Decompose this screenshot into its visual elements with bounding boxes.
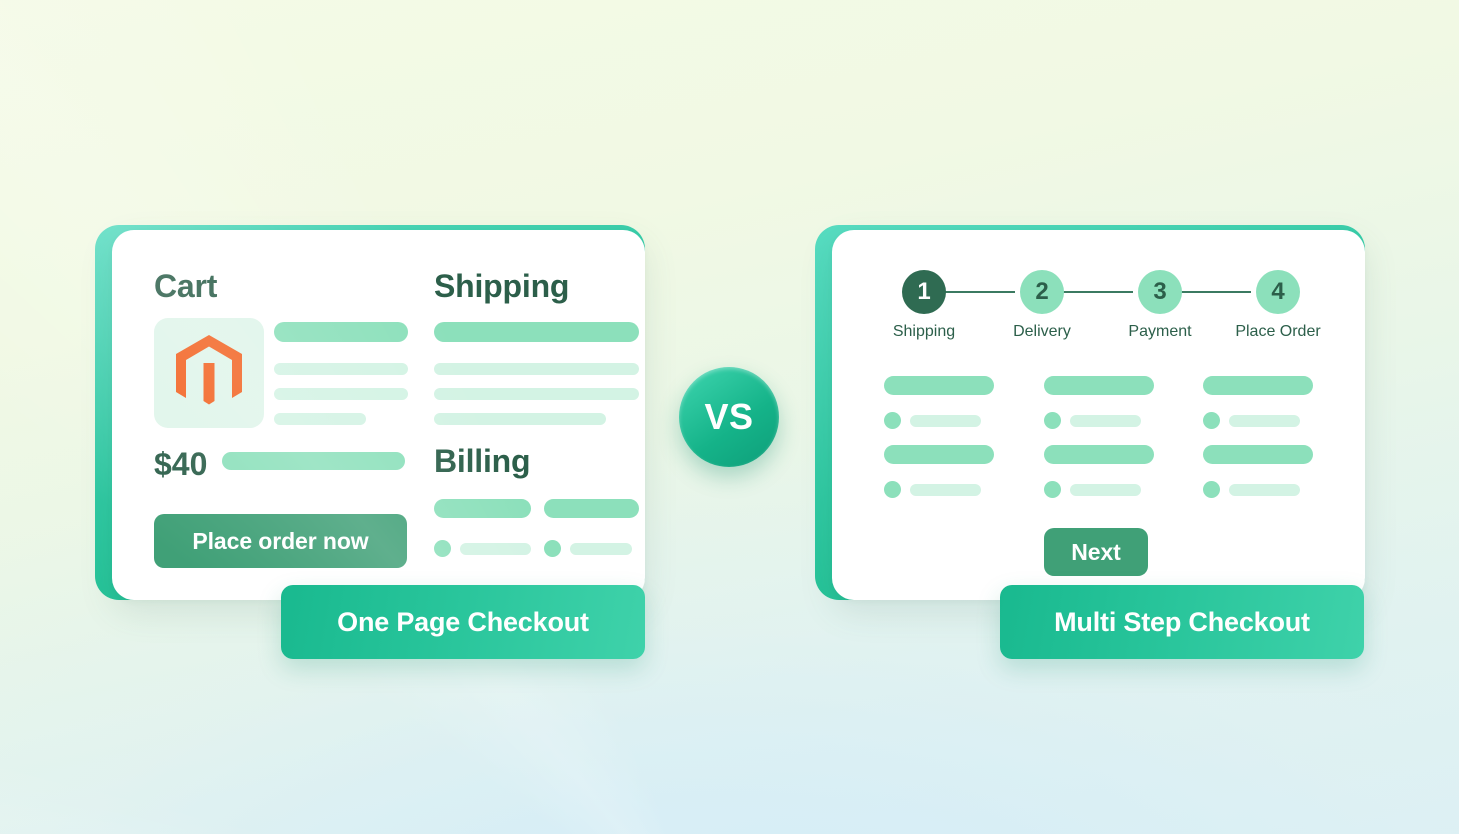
multi-step-checkout-card: 1 Shipping 2 Delivery 3 Payment 4 Place … [815, 225, 1365, 600]
radio-dot[interactable] [544, 540, 561, 557]
skeleton-bar [222, 452, 405, 470]
skeleton-bar [1070, 415, 1141, 427]
step-payment[interactable]: 3 Payment [1114, 270, 1206, 341]
skeleton-bar [434, 388, 639, 400]
magento-logo-icon [176, 335, 242, 405]
skeleton-bar [434, 363, 639, 375]
radio-dot[interactable] [1044, 412, 1061, 429]
step-label: Delivery [1013, 323, 1071, 340]
skeleton-bar [544, 499, 639, 518]
card-surface-left: Cart $40 Place order now Shipping Billin… [112, 230, 645, 600]
step-number: 2 [1020, 270, 1064, 314]
cart-total-price: $40 [154, 446, 208, 482]
skeleton-bar [1203, 376, 1313, 395]
product-thumbnail [154, 318, 264, 428]
skeleton-bar [570, 543, 632, 555]
step-connector-3-4 [1181, 291, 1251, 293]
skeleton-bar [274, 322, 408, 342]
skeleton-bar [1229, 484, 1300, 496]
checkout-stepper: 1 Shipping 2 Delivery 3 Payment 4 Place … [878, 270, 1321, 342]
skeleton-bar [434, 499, 531, 518]
step-number: 4 [1256, 270, 1300, 314]
place-order-button[interactable]: Place order now [154, 514, 407, 568]
step-label: Payment [1128, 323, 1192, 340]
step-connector-1-2 [945, 291, 1015, 293]
skeleton-bar [460, 543, 531, 555]
step-number: 1 [902, 270, 946, 314]
shipping-heading: Shipping [434, 268, 570, 304]
step-place-order[interactable]: 4 Place Order [1232, 270, 1324, 341]
step-connector-2-3 [1063, 291, 1133, 293]
card-surface-right: 1 Shipping 2 Delivery 3 Payment 4 Place … [832, 230, 1365, 600]
skeleton-bar [274, 363, 408, 375]
multi-step-checkout-ribbon: Multi Step Checkout [1000, 585, 1364, 659]
step-shipping[interactable]: 1 Shipping [878, 270, 970, 341]
skeleton-bar [1044, 376, 1154, 395]
skeleton-bar [1044, 445, 1154, 464]
skeleton-bar [434, 413, 606, 425]
skeleton-bar [1070, 484, 1141, 496]
skeleton-bar [274, 413, 366, 425]
radio-dot[interactable] [1044, 481, 1061, 498]
one-page-checkout-card: Cart $40 Place order now Shipping Billin… [95, 225, 645, 600]
radio-dot[interactable] [1203, 412, 1220, 429]
comparison-infographic: Cart $40 Place order now Shipping Billin… [0, 0, 1459, 834]
billing-heading: Billing [434, 443, 531, 479]
skeleton-bar [910, 415, 981, 427]
step-delivery[interactable]: 2 Delivery [996, 270, 1088, 341]
skeleton-bar [274, 388, 408, 400]
skeleton-bar [884, 445, 994, 464]
radio-dot[interactable] [1203, 481, 1220, 498]
skeleton-bar [1229, 415, 1300, 427]
one-page-checkout-ribbon: One Page Checkout [281, 585, 645, 659]
radio-dot[interactable] [884, 412, 901, 429]
radio-dot[interactable] [884, 481, 901, 498]
vs-badge: VS [679, 367, 779, 467]
skeleton-bar [884, 376, 994, 395]
skeleton-bar [910, 484, 981, 496]
step-number: 3 [1138, 270, 1182, 314]
step-label: Place Order [1235, 323, 1321, 340]
radio-dot[interactable] [434, 540, 451, 557]
cart-heading: Cart [154, 268, 218, 304]
skeleton-bar [434, 322, 639, 342]
next-button[interactable]: Next [1044, 528, 1148, 576]
step-label: Shipping [892, 323, 956, 340]
skeleton-bar [1203, 445, 1313, 464]
